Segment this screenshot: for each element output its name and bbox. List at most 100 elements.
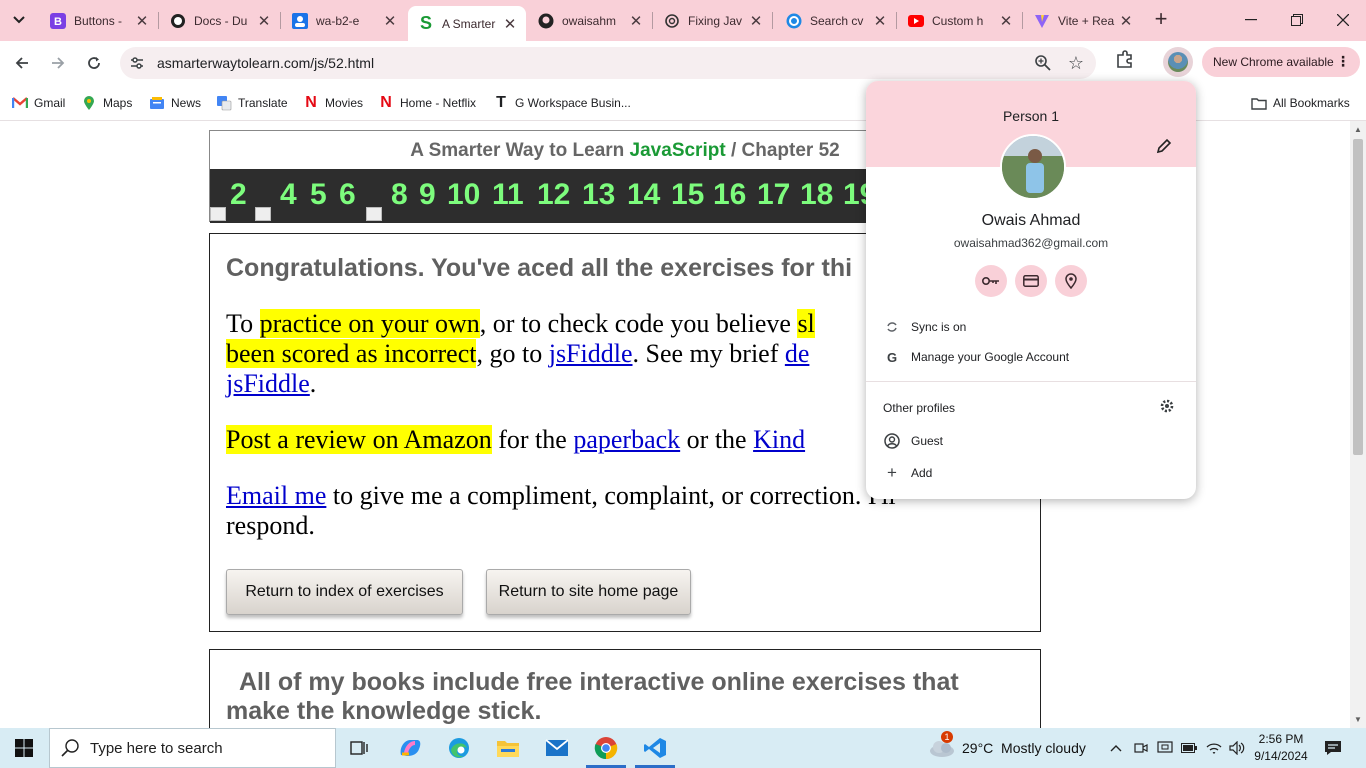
- weather-widget[interactable]: 1 29°C Mostly cloudy: [928, 728, 1086, 768]
- tab-search-cv[interactable]: Search cv ✕: [776, 6, 897, 35]
- vscode-app[interactable]: [631, 728, 679, 768]
- bookmark-movies[interactable]: N Movies: [303, 92, 363, 114]
- return-to-home-button[interactable]: Return to site home page: [486, 569, 691, 615]
- page-scrollbar[interactable]: ▲ ▼: [1350, 121, 1366, 728]
- demo-link[interactable]: de: [785, 339, 810, 368]
- paperback-link[interactable]: paperback: [573, 425, 680, 454]
- zoom-icon[interactable]: [1034, 54, 1052, 77]
- all-bookmarks[interactable]: All Bookmarks: [1251, 92, 1350, 114]
- tab-fixing-java[interactable]: Fixing Jav ✕: [654, 6, 773, 35]
- bookmark-news[interactable]: News: [149, 92, 201, 114]
- email-me-link[interactable]: Email me: [226, 481, 326, 510]
- site-settings-icon[interactable]: [128, 54, 146, 72]
- scroll-up-icon[interactable]: ▲: [1354, 125, 1362, 134]
- mail-app[interactable]: [533, 728, 581, 768]
- taskbar-search-box[interactable]: Type here to search: [49, 728, 336, 768]
- task-view-button[interactable]: [336, 728, 384, 768]
- close-icon[interactable]: ✕: [748, 13, 764, 30]
- show-hidden-icons-button[interactable]: [1110, 728, 1122, 768]
- close-icon[interactable]: ✕: [872, 13, 888, 30]
- screen-icon[interactable]: [1157, 728, 1173, 768]
- bookmark-gmail[interactable]: Gmail: [12, 92, 65, 114]
- close-icon[interactable]: ✕: [628, 13, 644, 30]
- address-bar[interactable]: asmarterwaytolearn.com/js/52.html ☆: [120, 47, 1096, 79]
- chapter-link[interactable]: 11: [492, 178, 524, 212]
- google-icon: G: [886, 349, 898, 365]
- scroll-down-icon[interactable]: ▼: [1354, 715, 1362, 724]
- url-text[interactable]: asmarterwaytolearn.com/js/52.html: [157, 55, 374, 71]
- start-button[interactable]: [0, 728, 48, 768]
- pencil-icon[interactable]: [1156, 138, 1174, 156]
- new-chrome-available-button[interactable]: New Chrome available ⋮: [1202, 47, 1360, 77]
- scrollbar-thumb[interactable]: [1353, 139, 1363, 455]
- tab-vite[interactable]: Vite + Rea ✕: [1024, 6, 1142, 35]
- return-to-index-button[interactable]: Return to index of exercises: [226, 569, 463, 615]
- bookmark-star-icon[interactable]: ☆: [1068, 53, 1084, 74]
- close-icon[interactable]: ✕: [134, 13, 150, 30]
- close-icon[interactable]: ✕: [998, 13, 1014, 30]
- chapter-link[interactable]: 17: [757, 178, 790, 212]
- meet-now-icon[interactable]: [1134, 728, 1148, 768]
- sync-status-row[interactable]: Sync is on: [866, 312, 1196, 342]
- file-explorer-app[interactable]: [484, 728, 532, 768]
- forward-button[interactable]: [44, 49, 72, 77]
- add-profile-row[interactable]: + Add: [866, 458, 1196, 488]
- new-tab-button[interactable]: +: [1150, 8, 1172, 31]
- tab-search-button[interactable]: [6, 7, 32, 33]
- kindle-link[interactable]: Kind: [753, 425, 805, 454]
- bookmark-translate[interactable]: Translate: [216, 92, 288, 114]
- jsfiddle-link[interactable]: jsFiddle: [549, 339, 633, 368]
- bookmark-workspace[interactable]: T G Workspace Busin...: [493, 92, 631, 114]
- passwords-button[interactable]: [975, 265, 1007, 297]
- back-button[interactable]: [8, 49, 36, 77]
- tab-a-smarter-way[interactable]: S A Smarter ✕: [408, 6, 526, 41]
- close-icon[interactable]: ✕: [382, 13, 398, 30]
- chapter-link[interactable]: 2: [230, 178, 247, 212]
- tab-buttons[interactable]: B Buttons - ✕: [40, 6, 159, 35]
- edge-app[interactable]: [435, 728, 483, 768]
- tab-docs[interactable]: Docs - Du ✕: [160, 6, 281, 35]
- battery-icon[interactable]: [1181, 728, 1197, 768]
- chapter-link[interactable]: 14: [627, 178, 660, 212]
- taskbar-clock[interactable]: 2:56 PM 9/14/2024: [1250, 731, 1312, 765]
- chapter-link[interactable]: 8: [391, 178, 408, 212]
- copilot-app[interactable]: [386, 728, 434, 768]
- chapter-link[interactable]: 18: [800, 178, 833, 212]
- manage-google-account-row[interactable]: G Manage your Google Account: [866, 342, 1196, 372]
- notifications-button[interactable]: [1324, 728, 1342, 768]
- addresses-button[interactable]: [1055, 265, 1087, 297]
- close-icon[interactable]: ✕: [256, 13, 272, 30]
- chapter-link[interactable]: 9: [419, 178, 436, 212]
- close-icon[interactable]: ✕: [1118, 13, 1134, 30]
- jsfiddle-link[interactable]: jsFiddle: [226, 369, 310, 398]
- bookmark-maps[interactable]: Maps: [81, 92, 132, 114]
- gear-icon[interactable]: [1160, 399, 1176, 415]
- guest-profile-row[interactable]: Guest: [866, 426, 1196, 456]
- payment-methods-button[interactable]: [1015, 265, 1047, 297]
- more-vertical-icon[interactable]: ⋮: [1336, 53, 1350, 70]
- chrome-app[interactable]: [582, 728, 630, 768]
- chapter-link[interactable]: 12: [537, 178, 570, 212]
- close-window-button[interactable]: [1320, 0, 1366, 40]
- extensions-icon[interactable]: [1114, 49, 1138, 73]
- smarter-way-icon: S: [419, 13, 432, 33]
- close-icon[interactable]: ✕: [502, 16, 518, 33]
- restore-button[interactable]: [1274, 0, 1320, 40]
- chapter-link[interactable]: 13: [582, 178, 615, 212]
- chapter-link[interactable]: 5: [310, 178, 327, 212]
- chapter-link[interactable]: 16: [713, 178, 746, 212]
- chapter-link[interactable]: 15: [671, 178, 704, 212]
- tab-github[interactable]: owaisahm ✕: [528, 6, 653, 35]
- bookmark-home-netflix[interactable]: N Home - Netflix: [378, 92, 476, 114]
- chapter-link[interactable]: 4: [280, 178, 297, 212]
- minimize-button[interactable]: [1228, 0, 1274, 40]
- volume-icon[interactable]: [1229, 728, 1245, 768]
- wifi-icon[interactable]: [1206, 728, 1222, 768]
- chapter-link[interactable]: 6: [339, 178, 356, 212]
- reload-button[interactable]: [80, 49, 108, 77]
- search-icon: [61, 739, 79, 757]
- chapter-link[interactable]: 10: [447, 178, 480, 212]
- tab-contact[interactable]: wa-b2-e ✕: [282, 6, 406, 35]
- tab-youtube[interactable]: Custom h ✕: [898, 6, 1023, 35]
- profile-avatar-button[interactable]: [1163, 47, 1193, 77]
